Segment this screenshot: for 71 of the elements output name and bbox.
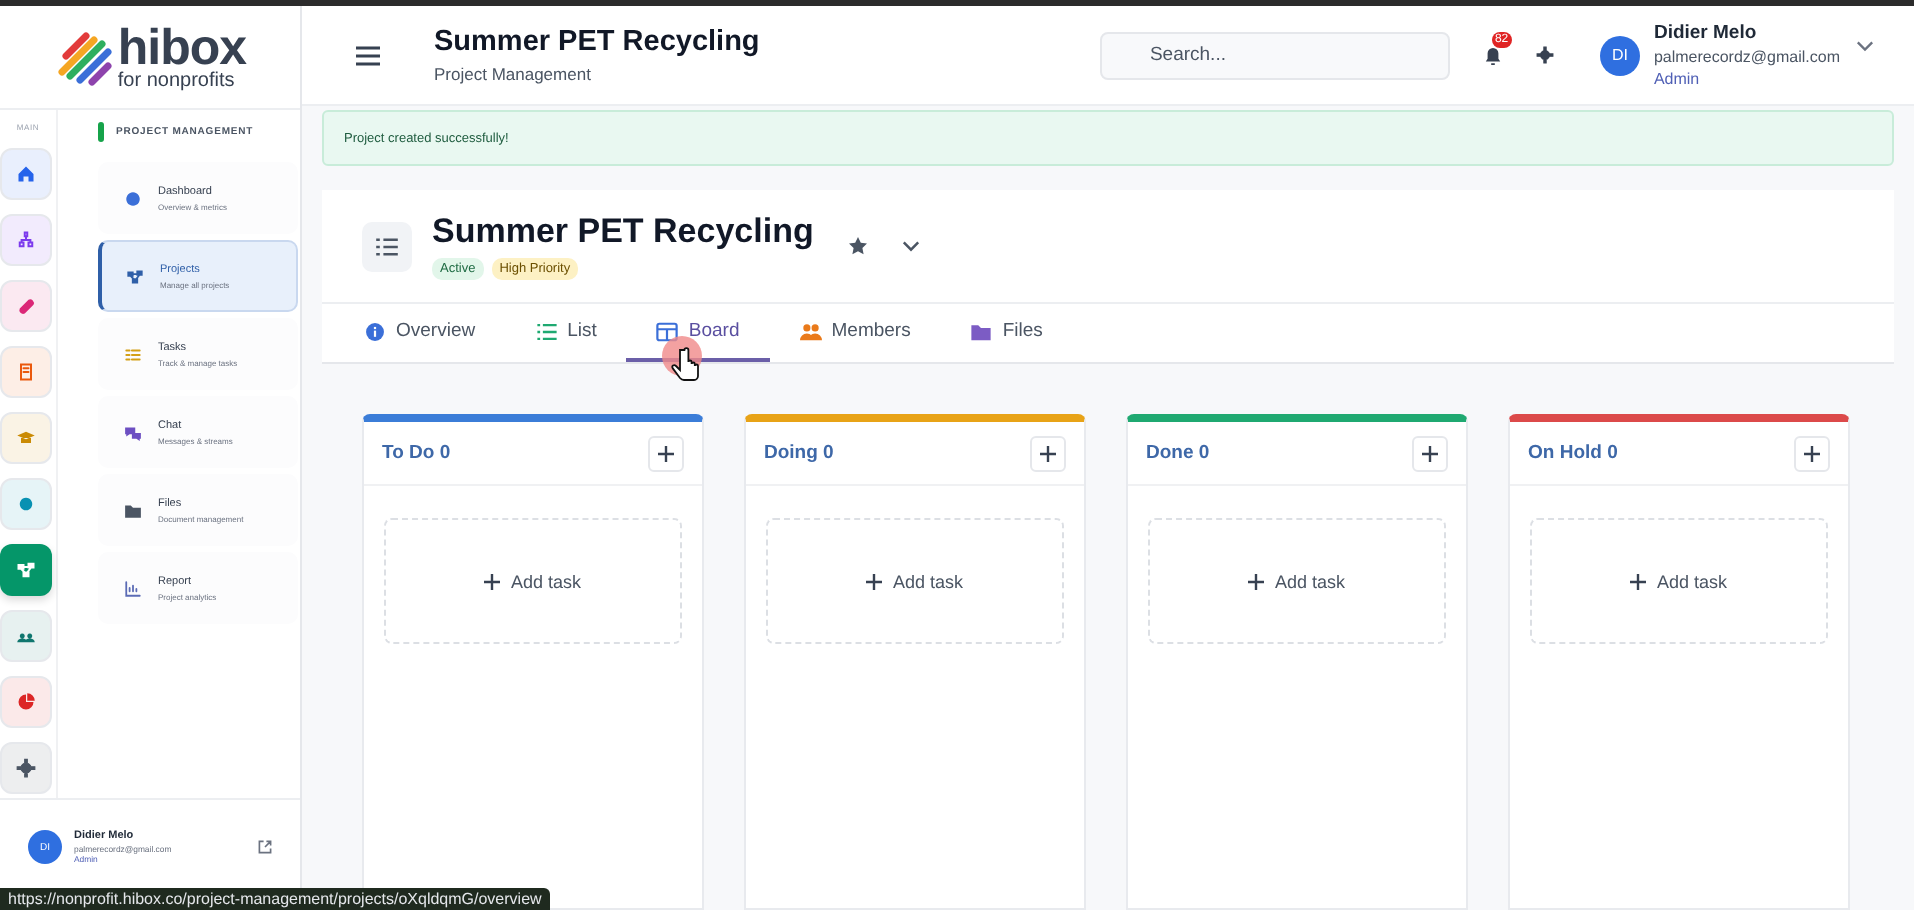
sitemap-icon [16, 230, 36, 250]
add-task-button[interactable]: Add task [1148, 518, 1446, 644]
logo[interactable]: hibox for nonprofits [0, 6, 300, 110]
plus-icon [1248, 573, 1265, 589]
rail-button[interactable] [0, 610, 52, 662]
user-avatar[interactable]: DI [1599, 35, 1640, 75]
status-url: https://nonprofit.hibox.co/project-management/projects/oXqldqmG/overview [0, 888, 550, 910]
tab[interactable]: Overview [334, 304, 506, 362]
plus-icon [658, 445, 674, 461]
page-subtitle: Project Management [434, 64, 593, 84]
rail-button[interactable] [0, 214, 52, 266]
add-button[interactable] [1794, 435, 1830, 471]
add-button[interactable] [1030, 435, 1066, 471]
chart-icon [124, 579, 142, 597]
list-icon [535, 321, 558, 341]
column-title: Doing 0 [764, 442, 834, 464]
rail-button[interactable] [0, 148, 52, 200]
add-button[interactable] [648, 435, 684, 471]
plus-icon [1040, 445, 1056, 461]
tasks-icon [124, 345, 142, 363]
list-icon [362, 221, 412, 271]
add-task-button[interactable]: Add task [384, 518, 682, 644]
home-icon [16, 164, 36, 184]
network-icon [126, 267, 144, 285]
people-icon [799, 321, 822, 341]
rail-button[interactable] [0, 280, 52, 332]
add-task-button[interactable]: Add task [766, 518, 1064, 644]
chat-icon [124, 423, 142, 441]
user-name: Didier Melo [1653, 22, 1759, 44]
plus-icon [1804, 445, 1820, 461]
folder-icon [124, 501, 142, 519]
external-link-icon[interactable] [258, 840, 272, 854]
column-title: To Do 0 [382, 442, 451, 464]
tab[interactable]: Members [769, 304, 941, 362]
plus-icon [484, 573, 501, 589]
stripes-logo-icon [53, 27, 114, 87]
rail-button[interactable] [0, 346, 52, 398]
plus-icon [1422, 445, 1438, 461]
plus-icon [1630, 573, 1647, 589]
info-icon [364, 321, 386, 341]
chevron-down-icon[interactable] [1856, 39, 1874, 51]
menu-icon[interactable] [356, 45, 380, 65]
book-icon [16, 362, 36, 382]
logo-name: hibox [117, 23, 247, 73]
rail-button[interactable] [0, 544, 52, 596]
user-email: palmerecordz@gmail.com [1653, 48, 1840, 66]
cap-icon [16, 428, 36, 448]
column-title: On Hold 0 [1528, 442, 1618, 464]
folder-icon [970, 321, 993, 341]
tab[interactable]: List [505, 304, 627, 362]
network-icon [16, 560, 36, 580]
chevron-down-icon[interactable] [901, 240, 920, 252]
project-title: Summer PET Recycling [432, 212, 814, 252]
pie-icon [16, 692, 36, 712]
search-field[interactable]: Search... [1099, 31, 1450, 79]
add-task-button[interactable]: Add task [1530, 518, 1828, 644]
logo-tagline: for nonprofits [117, 71, 237, 91]
section-marker [98, 122, 104, 142]
pill-icon [16, 296, 36, 316]
add-button[interactable] [1412, 435, 1448, 471]
user-role: Admin [1653, 70, 1702, 88]
bell-icon[interactable] [1483, 45, 1502, 65]
rail-button[interactable] [0, 676, 52, 728]
rail-button[interactable] [0, 742, 52, 794]
page-title: Summer PET Recycling [434, 26, 762, 58]
plus-icon [866, 573, 883, 589]
rail-button[interactable] [0, 478, 52, 530]
column-title: Done 0 [1146, 442, 1210, 464]
star-icon[interactable] [847, 236, 868, 256]
board-icon [656, 321, 679, 341]
tab[interactable]: Files [940, 304, 1073, 362]
